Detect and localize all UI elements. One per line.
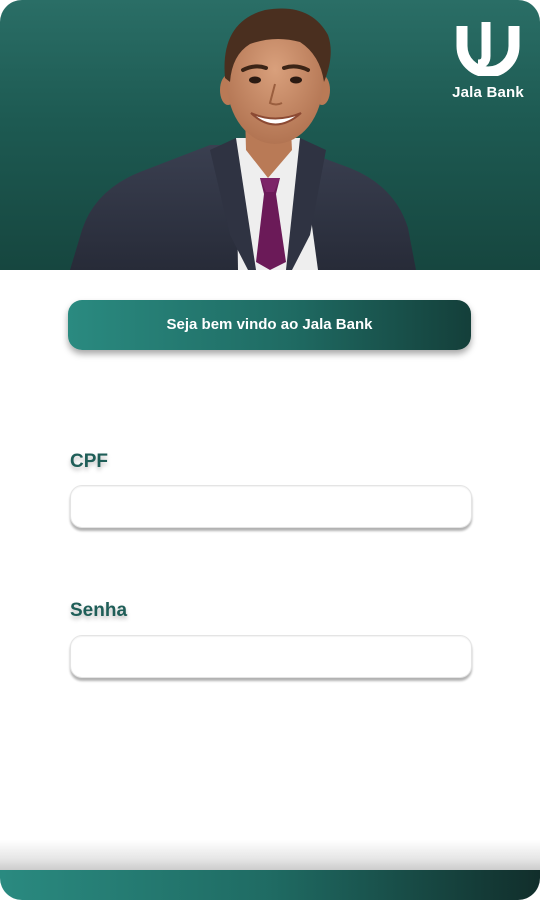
businessman-photo	[70, 8, 416, 270]
senha-label: Senha	[70, 600, 128, 621]
bottom-bar	[0, 870, 540, 900]
jala-bank-logo: Jala Bank	[448, 22, 528, 101]
brand-name: Jala Bank	[452, 84, 524, 101]
login-screen: Jala Bank Seja bem vindo ao Jala Bank CP…	[0, 0, 540, 900]
bottom-bar-shadow	[0, 840, 540, 872]
senha-input[interactable]	[70, 635, 472, 678]
hero-banner: Jala Bank	[0, 0, 540, 270]
welcome-button[interactable]: Seja bem vindo ao Jala Bank	[68, 300, 471, 350]
cpf-input[interactable]	[70, 485, 472, 528]
cpf-label: CPF	[70, 451, 108, 472]
jala-bank-logo-icon	[456, 22, 520, 76]
